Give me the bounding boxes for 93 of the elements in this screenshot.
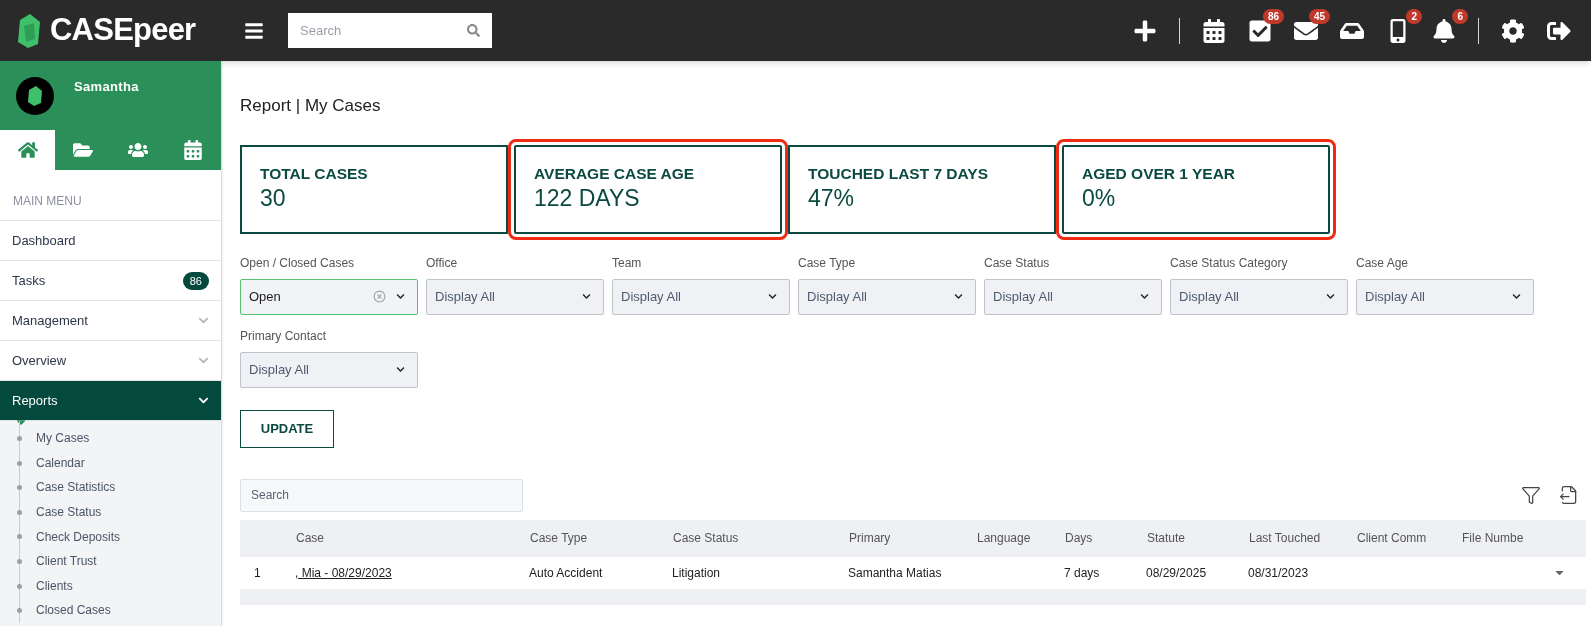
checkbox-icon[interactable]: [1248, 18, 1272, 43]
filter-select[interactable]: Display All: [240, 351, 418, 388]
filter-select[interactable]: Display All: [612, 278, 790, 315]
column-header[interactable]: Case: [296, 529, 530, 547]
menu-item[interactable]: Overview: [0, 341, 221, 381]
filter-label: Case Age: [1356, 254, 1410, 272]
page-title: Report | My Cases: [240, 95, 382, 117]
stat-value: 47%: [808, 183, 856, 213]
column-header[interactable]: Statute: [1147, 529, 1249, 547]
count-badge: 86: [1262, 8, 1284, 24]
table-cell: Auto Accident: [529, 565, 603, 580]
filter-select[interactable]: Display All: [1170, 278, 1348, 315]
filter-select[interactable]: Display All: [1356, 278, 1534, 315]
home-icon: [17, 140, 38, 160]
stat-label: TOTAL CASES: [260, 164, 369, 183]
search-field[interactable]: Search: [288, 13, 492, 48]
chevron-icon: [1326, 292, 1335, 301]
menu-heading: MAIN MENU: [0, 170, 221, 221]
calendar-icon: [183, 140, 204, 160]
stat-label: AGED OVER 1 YEAR: [1082, 164, 1237, 183]
filter-icon[interactable]: [1521, 485, 1541, 505]
column-header[interactable]: Days: [1065, 529, 1147, 547]
folder-icon: [72, 140, 93, 160]
count-badge: 2: [1406, 8, 1422, 24]
submenu-link[interactable]: Closed Cases: [36, 602, 111, 619]
column-header[interactable]: Language: [977, 529, 1065, 547]
table-cell: 7 days: [1064, 565, 1100, 580]
export-icon[interactable]: [1559, 485, 1579, 505]
plus-icon[interactable]: [1133, 18, 1157, 43]
submenu-link[interactable]: Case Statistics: [36, 479, 116, 496]
submenu-link[interactable]: Calendar: [36, 454, 85, 471]
table-cell: 08/31/2023: [1248, 565, 1309, 580]
filter-label: Team: [612, 254, 643, 272]
filter-select[interactable]: Display All: [984, 278, 1162, 315]
chevron-icon: [1140, 292, 1149, 301]
menu-icon[interactable]: [244, 20, 264, 41]
app-logo: CASEpeer: [50, 11, 196, 50]
submenu-link[interactable]: Clients: [36, 577, 73, 594]
filter-label: Case Status Category: [1170, 254, 1289, 272]
filter-label: Primary Contact: [240, 327, 328, 345]
chevron-icon: [396, 365, 405, 374]
menu-item[interactable]: Tasks 86: [0, 261, 221, 301]
column-header[interactable]: Case Type: [530, 529, 673, 547]
bell-icon[interactable]: [1432, 18, 1456, 43]
filter-label: Case Type: [798, 254, 857, 272]
chevron-icon: [768, 292, 777, 301]
calendar-icon[interactable]: [1202, 18, 1226, 43]
stat-label: TOUCHED LAST 7 DAYS: [808, 164, 989, 183]
table-cell: Samantha Matias: [848, 565, 942, 580]
filter-select[interactable]: Display All: [798, 278, 976, 315]
stat-value: 30: [260, 183, 287, 213]
filter-select[interactable]: Open: [240, 278, 418, 315]
chevron-icon: [198, 355, 209, 366]
submenu-link[interactable]: Case Status: [36, 504, 102, 521]
sidebar-tab[interactable]: [0, 130, 56, 170]
stat-value: 122 DAYS: [534, 183, 641, 213]
filter-label: Open / Closed Cases: [240, 254, 356, 272]
filter-label: Case Status: [984, 254, 1051, 272]
submenu-link[interactable]: Check Deposits: [36, 528, 121, 545]
column-header[interactable]: Last Touched: [1249, 529, 1357, 547]
column-header[interactable]: File Numbe: [1462, 529, 1554, 547]
chevron-icon: [1512, 292, 1521, 301]
row-number: 1: [253, 564, 262, 582]
chevron-icon: [198, 395, 209, 406]
chevron-icon: [396, 292, 405, 301]
user-name: Samantha: [74, 78, 139, 96]
filter-select[interactable]: Display All: [426, 278, 604, 315]
count-badge: 86: [182, 271, 209, 290]
people-icon: [128, 140, 149, 160]
stat-label: AVERAGE CASE AGE: [534, 164, 696, 183]
menu-item[interactable]: Dashboard: [0, 221, 221, 261]
case-link[interactable]: , Mia - 08/29/2023: [295, 565, 392, 580]
table-cell: 08/29/2025: [1146, 565, 1207, 580]
submenu-link[interactable]: Client Trust: [36, 553, 97, 570]
column-header[interactable]: Case Status: [673, 529, 849, 547]
chevron-icon: [954, 292, 963, 301]
avatar: [16, 77, 54, 115]
count-badge: 6: [1452, 8, 1468, 24]
table-search-field[interactable]: Search: [240, 478, 523, 512]
chevron-icon: [582, 292, 591, 301]
filter-label: Office: [426, 254, 459, 272]
stat-value: 0%: [1082, 183, 1117, 213]
menu-item[interactable]: Management: [0, 301, 221, 341]
column-header[interactable]: Primary: [849, 529, 977, 547]
chevron-icon: [198, 315, 209, 326]
column-header[interactable]: Client Comm: [1357, 529, 1462, 547]
logo-icon: [16, 13, 42, 48]
settings-icon[interactable]: [1501, 18, 1525, 43]
update-button[interactable]: UPDATE: [240, 409, 334, 448]
search-icon: [467, 24, 480, 37]
table-cell: Litigation: [672, 565, 721, 580]
submenu-link[interactable]: My Cases: [36, 430, 90, 447]
count-badge: 45: [1308, 8, 1330, 24]
